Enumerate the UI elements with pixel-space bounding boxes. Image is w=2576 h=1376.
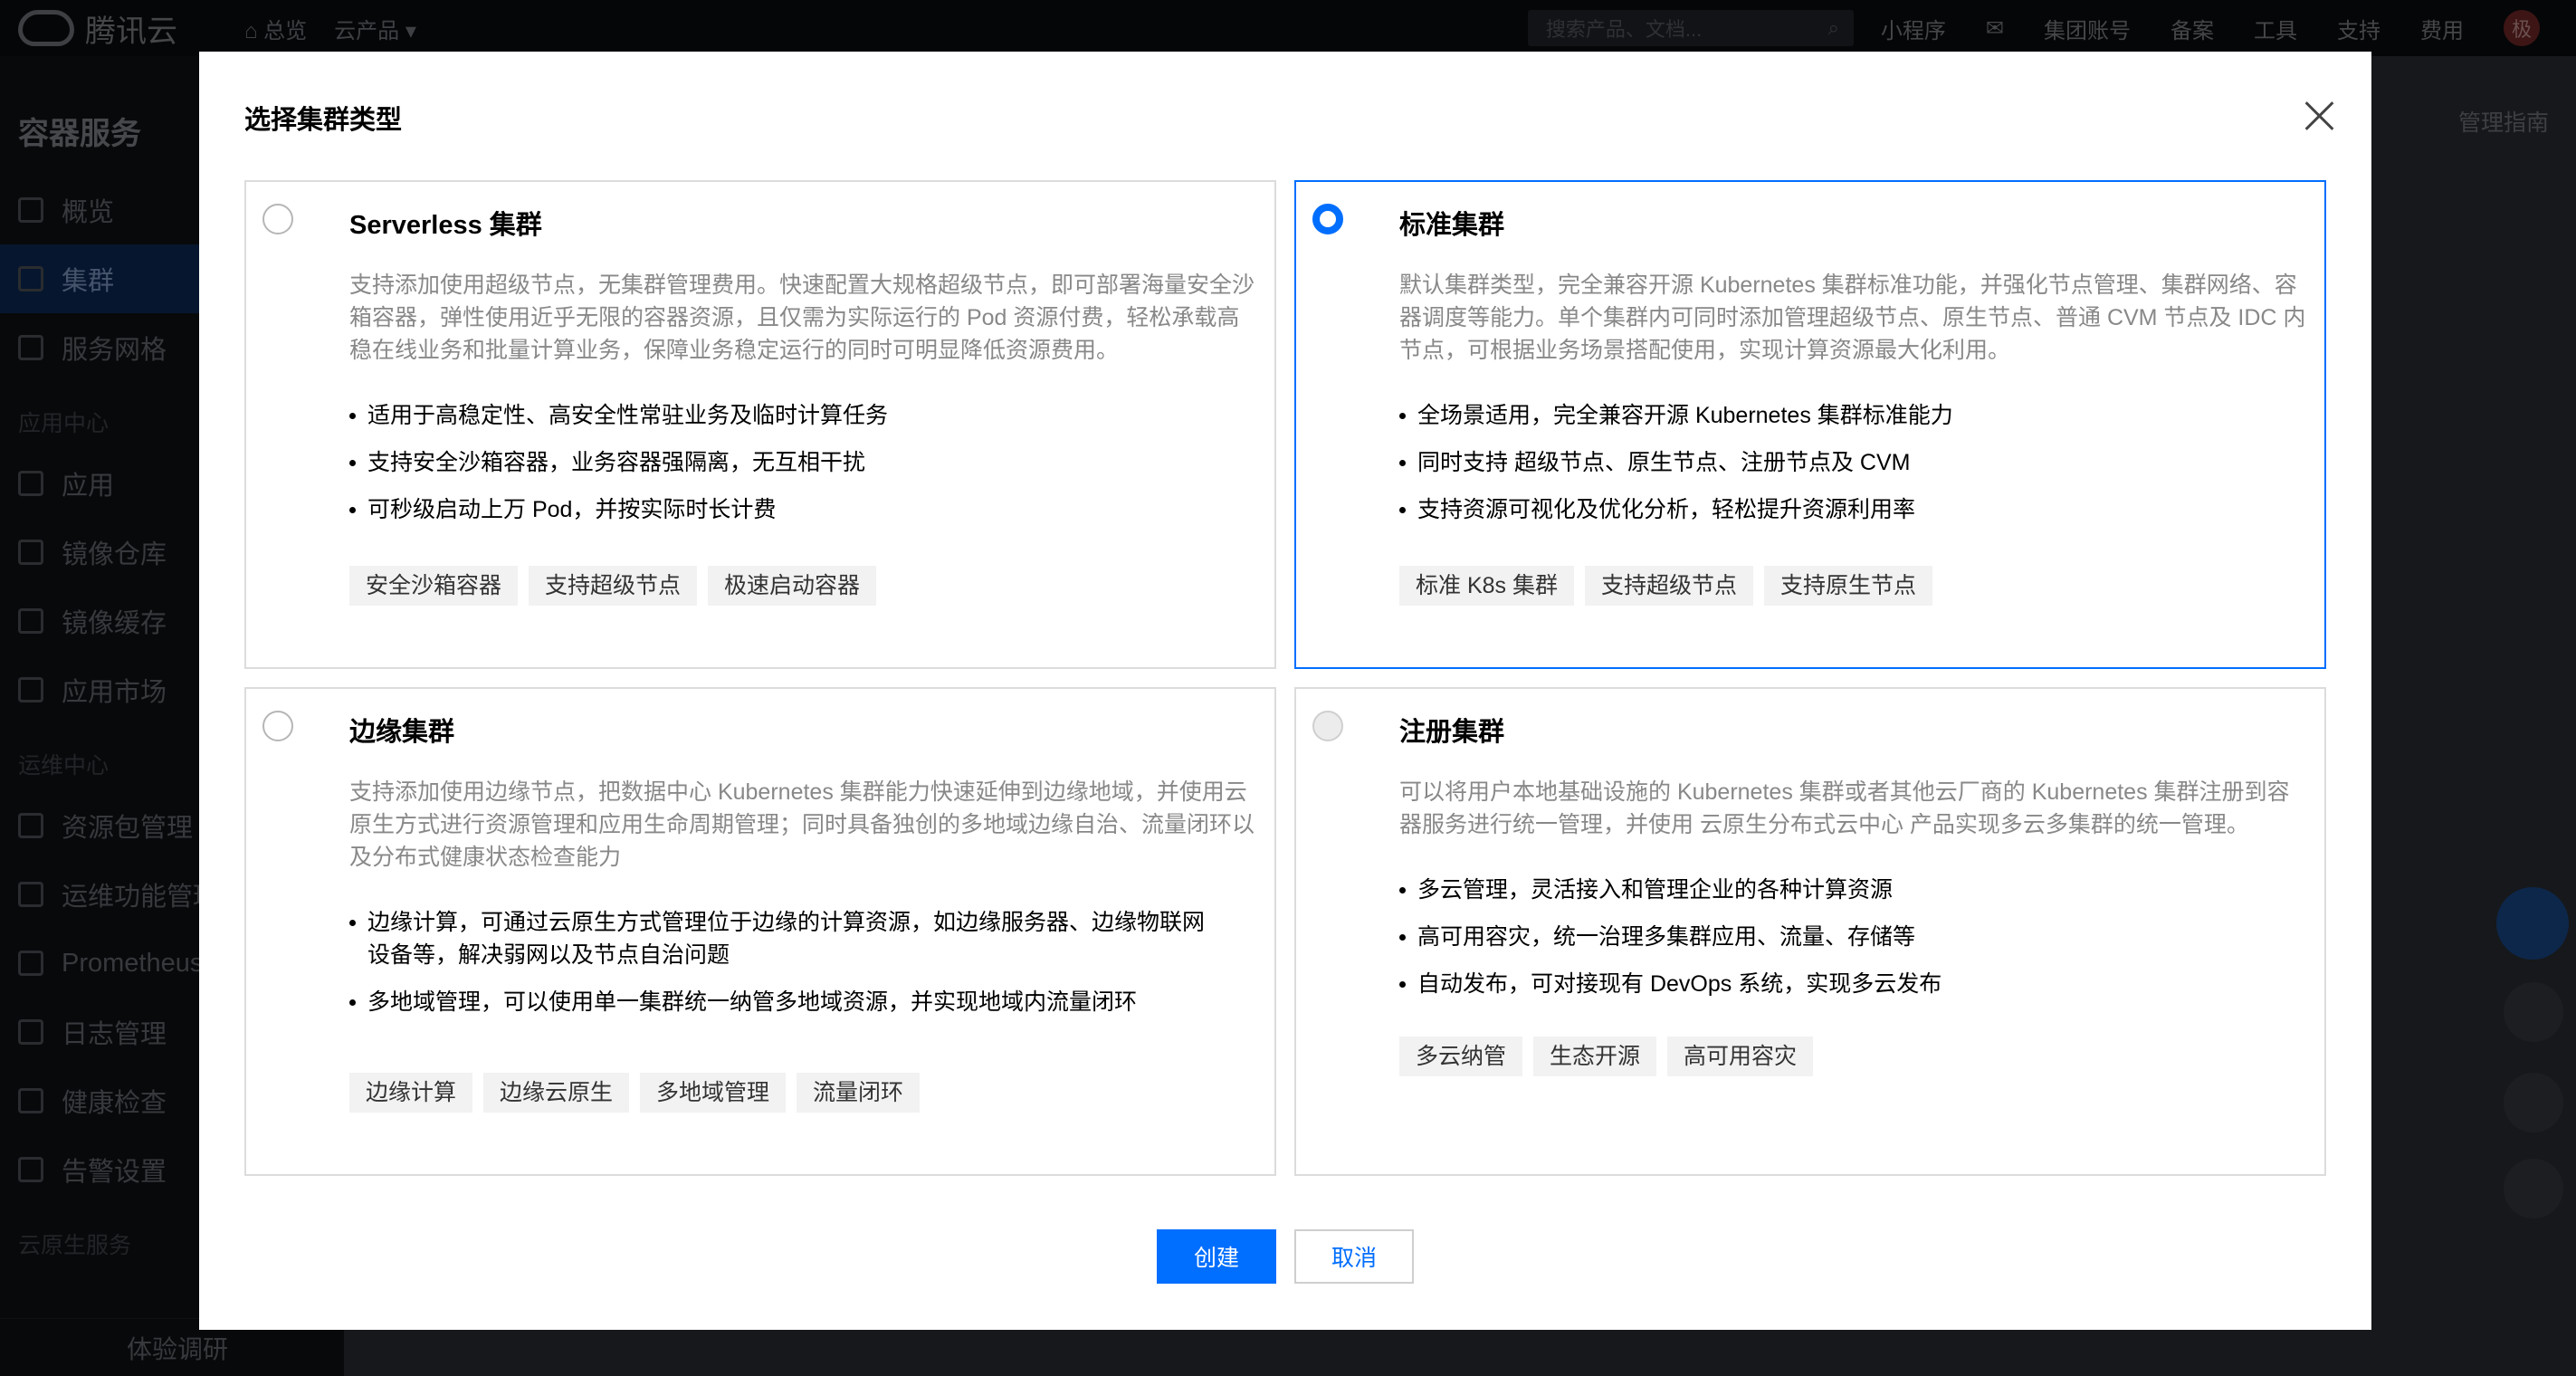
card-title: Serverless 集群 <box>349 211 542 240</box>
tag: 支持原生节点 <box>1764 566 1933 606</box>
tag-group: 安全沙箱容器 支持超级节点 极速启动容器 <box>349 566 877 606</box>
tag: 极速启动容器 <box>708 566 877 606</box>
feature-list: 适用于高稳定性、高安全性常驻业务及临时计算任务 支持安全沙箱容器，业务容器强隔离… <box>349 399 1238 540</box>
list-item: 自动发布，可对接现有 DevOps 系统，实现多云发布 <box>1399 968 2288 1000</box>
tag: 多云纳管 <box>1399 1037 1523 1076</box>
tag: 标准 K8s 集群 <box>1399 566 1574 606</box>
dialog-title: 选择集群类型 <box>244 106 403 135</box>
tag: 生态开源 <box>1533 1037 1657 1076</box>
close-icon[interactable] <box>2304 100 2335 131</box>
cluster-type-card-serverless[interactable]: Serverless 集群 支持添加使用超级节点，无集群管理费用。快速配置大规格… <box>244 180 1276 669</box>
tag: 安全沙箱容器 <box>349 566 519 606</box>
card-title: 标准集群 <box>1399 211 1505 240</box>
card-title: 边缘集群 <box>349 718 455 747</box>
tag: 流量闭环 <box>797 1073 921 1113</box>
list-item: 可秒级启动上万 Pod，并按实际时长计费 <box>349 493 1238 526</box>
list-item: 支持安全沙箱容器，业务容器强隔离，无互相干扰 <box>349 446 1238 479</box>
tag: 边缘计算 <box>349 1073 473 1113</box>
select-cluster-type-dialog: 选择集群类型 Serverless 集群 支持添加使用超级节点，无集群管理费用。… <box>199 52 2371 1330</box>
cluster-type-card-standard[interactable]: 标准集群 默认集群类型，完全兼容开源 Kubernetes 集群标准功能，并强化… <box>1294 180 2326 669</box>
tag-group: 边缘计算 边缘云原生 多地域管理 流量闭环 <box>349 1073 921 1113</box>
serverless-radio[interactable] <box>262 204 293 234</box>
list-item: 高可用容灾，统一治理多集群应用、流量、存储等 <box>1399 921 2288 953</box>
tag: 边缘云原生 <box>483 1073 630 1113</box>
card-description: 可以将用户本地基础设施的 Kubernetes 集群或者其他云厂商的 Kuber… <box>1399 779 2290 837</box>
standard-radio[interactable] <box>1312 204 1343 234</box>
card-title: 注册集群 <box>1399 718 1505 747</box>
tag: 高可用容灾 <box>1667 1037 1814 1076</box>
list-item: 边缘计算，可通过云原生方式管理位于边缘的计算资源，如边缘服务器、边缘物联网设备等… <box>349 906 1220 971</box>
list-item: 全场景适用，完全兼容开源 Kubernetes 集群标准能力 <box>1399 399 2288 432</box>
feature-list: 全场景适用，完全兼容开源 Kubernetes 集群标准能力 同时支持 超级节点… <box>1399 399 2288 540</box>
list-item: 同时支持 超级节点、原生节点、注册节点及 CVM <box>1399 446 2288 479</box>
card-description: 默认集群类型，完全兼容开源 Kubernetes 集群标准功能，并强化节点管理、… <box>1399 272 2306 363</box>
create-button[interactable]: 创建 <box>1157 1229 1276 1284</box>
feature-list: 多云管理，灵活接入和管理企业的各种计算资源 高可用容灾，统一治理多集群应用、流量… <box>1399 874 2288 1015</box>
card-description: 支持添加使用超级节点，无集群管理费用。快速配置大规格超级节点，即可部署海量安全沙… <box>349 272 1255 363</box>
feature-list: 边缘计算，可通过云原生方式管理位于边缘的计算资源，如边缘服务器、边缘物联网设备等… <box>349 906 1220 1033</box>
list-item: 多地域管理，可以使用单一集群统一纳管多地域资源，并实现地域内流量闭环 <box>349 986 1220 1018</box>
cluster-type-card-registered[interactable]: 注册集群 可以将用户本地基础设施的 Kubernetes 集群或者其他云厂商的 … <box>1294 687 2326 1176</box>
list-item: 适用于高稳定性、高安全性常驻业务及临时计算任务 <box>349 399 1238 432</box>
cancel-button[interactable]: 取消 <box>1294 1229 1414 1284</box>
registered-radio[interactable] <box>1312 711 1343 741</box>
tag: 支持超级节点 <box>1584 566 1753 606</box>
tag: 多地域管理 <box>640 1073 787 1113</box>
tag-group: 多云纳管 生态开源 高可用容灾 <box>1399 1037 1814 1076</box>
edge-radio[interactable] <box>262 711 293 741</box>
tag: 支持超级节点 <box>529 566 698 606</box>
list-item: 支持资源可视化及优化分析，轻松提升资源利用率 <box>1399 493 2288 526</box>
card-description: 支持添加使用边缘节点，把数据中心 Kubernetes 集群能力快速延伸到边缘地… <box>349 779 1255 870</box>
cluster-type-card-edge[interactable]: 边缘集群 支持添加使用边缘节点，把数据中心 Kubernetes 集群能力快速延… <box>244 687 1276 1176</box>
tag-group: 标准 K8s 集群 支持超级节点 支持原生节点 <box>1399 566 1933 606</box>
list-item: 多云管理，灵活接入和管理企业的各种计算资源 <box>1399 874 2288 906</box>
